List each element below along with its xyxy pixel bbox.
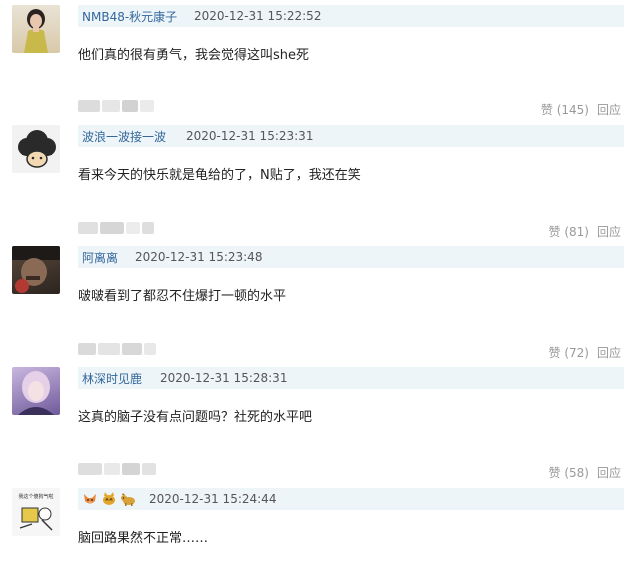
avatar[interactable]: [12, 125, 60, 173]
comment-header: 2020-12-31 15:24:44: [78, 488, 624, 510]
avatar-caption: 我这个傻狗气啦: [18, 493, 53, 500]
comment-header: 波浪一波接一波 2020-12-31 15:23:31: [78, 125, 624, 147]
comment-actions: 赞 (145) 回应: [541, 101, 621, 118]
reply-button[interactable]: 回应: [597, 466, 621, 480]
avatar-image: [18, 371, 54, 415]
cloud-avatar-icon: [18, 130, 56, 168]
comment-timestamp: 2020-12-31 15:24:44: [149, 492, 277, 506]
comment-actions: 赞 (72) 回应: [549, 344, 621, 361]
comment-timestamp: 2020-12-31 15:22:52: [194, 9, 322, 23]
comment-header: 阿离离 2020-12-31 15:23:48: [78, 246, 624, 268]
censored-reply-preview: [78, 463, 158, 475]
username-link[interactable]: 阿离离: [82, 249, 118, 266]
avatar[interactable]: [12, 367, 60, 415]
fox-emoji-icon: [84, 494, 96, 504]
censored-reply-preview: [78, 100, 158, 112]
avatar-image: [12, 246, 60, 293]
censored-reply-preview: [78, 222, 158, 234]
censored-reply-preview: [78, 343, 158, 355]
avatar-image: 我这个傻狗气啦: [18, 493, 54, 531]
reply-button[interactable]: 回应: [597, 346, 621, 360]
comment-timestamp: 2020-12-31 15:23:31: [186, 129, 314, 143]
username-link[interactable]: NMB48-秋元康子: [82, 8, 177, 25]
comment-text: 这真的脑子没有点问题吗？社死的水平吧: [78, 410, 313, 425]
username-emoji-link[interactable]: [82, 489, 136, 509]
comment-text: 看来今天的快乐就是龟给的了，N贴了，我还在笑: [78, 168, 361, 183]
username-link[interactable]: 波浪一波接一波: [82, 128, 166, 145]
comment-header: 林深时见鹿 2020-12-31 15:28:31: [78, 367, 624, 389]
like-button[interactable]: 赞 (58): [549, 466, 589, 480]
comment-actions: 赞 (81) 回应: [549, 223, 621, 240]
comment-header: NMB48-秋元康子 2020-12-31 15:22:52: [78, 5, 624, 27]
avatar-image: [24, 9, 48, 53]
reply-button[interactable]: 回应: [597, 103, 621, 117]
like-button[interactable]: 赞 (72): [549, 346, 589, 360]
comment-text: 脑回路果然不正常……: [78, 531, 209, 546]
like-button[interactable]: 赞 (81): [549, 225, 589, 239]
comment-text: 他们真的很有勇气，我会觉得这叫she死: [78, 48, 310, 63]
comment-timestamp: 2020-12-31 15:28:31: [160, 371, 288, 385]
reply-button[interactable]: 回应: [597, 225, 621, 239]
avatar[interactable]: [12, 246, 60, 294]
avatar[interactable]: 我这个傻狗气啦: [12, 488, 60, 536]
comment-actions: 赞 (58) 回应: [549, 464, 621, 481]
cat-emoji-icon: [103, 492, 115, 505]
comment-text: 啵啵看到了都忍不住爆打一顿的水平: [78, 289, 287, 304]
dog-emoji-icon: [121, 493, 135, 506]
username-link[interactable]: 林深时见鹿: [82, 370, 142, 387]
avatar[interactable]: [12, 5, 60, 53]
like-button[interactable]: 赞 (145): [541, 103, 589, 117]
comment-timestamp: 2020-12-31 15:23:48: [135, 250, 263, 264]
